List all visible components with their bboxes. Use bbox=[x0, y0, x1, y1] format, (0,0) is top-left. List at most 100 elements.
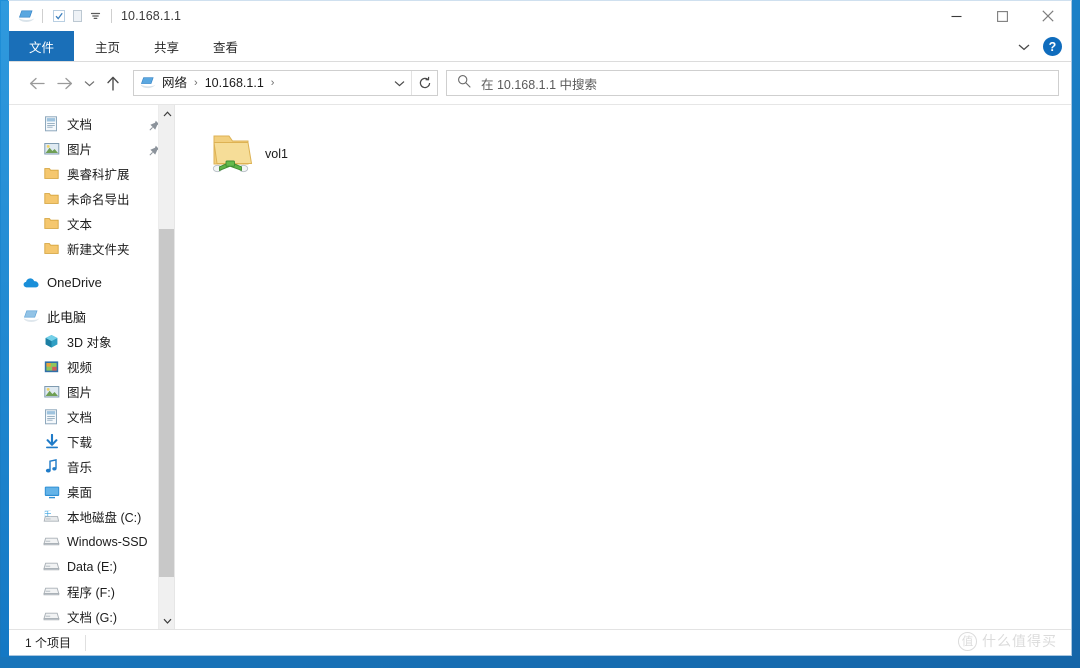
expand-ribbon-chevron-down-icon[interactable] bbox=[1013, 36, 1035, 58]
status-bar: 1 个项目 值 什么值得买 bbox=[9, 629, 1071, 655]
watermark: 值 什么值得买 bbox=[958, 631, 1057, 651]
sidebar-item-pictures[interactable]: 图片 bbox=[9, 379, 174, 404]
sidebar-item-videos[interactable]: 视频 bbox=[9, 354, 174, 379]
explorer-window: 10.168.1.1 文件 主页 共享 查看 ? 网络 › 10.168.1.1… bbox=[1, 0, 1072, 657]
help-button[interactable]: ? bbox=[1043, 37, 1062, 56]
customize-quick-access-toolbar-icon[interactable] bbox=[86, 7, 104, 25]
recent-locations-chevron-down-icon[interactable] bbox=[79, 69, 99, 97]
sidebar-gap-1 bbox=[9, 261, 174, 270]
sidebar-item-label: Windows-SSD bbox=[67, 534, 148, 549]
forward-button[interactable] bbox=[51, 69, 79, 97]
sidebar-item-documents-quick[interactable]: 文档 bbox=[9, 111, 174, 136]
drive-icon bbox=[43, 583, 60, 600]
folder-icon bbox=[43, 240, 60, 257]
sidebar-item-onedrive[interactable]: OneDrive bbox=[9, 270, 174, 295]
tab-home[interactable]: 主页 bbox=[78, 31, 137, 61]
sidebar-item-label: 音乐 bbox=[67, 461, 93, 475]
address-bar[interactable]: 网络 › 10.168.1.1 › bbox=[133, 70, 438, 96]
sidebar-item-label: 未命名导出 bbox=[67, 193, 130, 207]
breadcrumb-network[interactable]: 网络 bbox=[160, 71, 189, 95]
sidebar-item-programs-f[interactable]: 程序 (F:) bbox=[9, 579, 174, 604]
sidebar-item-label: 下载 bbox=[67, 436, 93, 450]
sidebar-item-label: 桌面 bbox=[67, 486, 93, 500]
new-folder-icon[interactable] bbox=[68, 7, 86, 25]
this-pc-icon bbox=[23, 308, 40, 325]
explorer-body: 文档 图片 奥睿科扩展 未命名导出 文本 新建文件夹 OneDrive 此电脑 … bbox=[9, 104, 1071, 629]
breadcrumb-separator-2[interactable]: › bbox=[266, 77, 280, 89]
scrollbar-thumb[interactable] bbox=[159, 229, 174, 577]
sidebar-item-text[interactable]: 文本 bbox=[9, 211, 174, 236]
ribbon-right-controls: ? bbox=[1013, 31, 1065, 62]
sidebar-gap-2 bbox=[9, 295, 174, 304]
breadcrumb-separator-1[interactable]: › bbox=[189, 77, 203, 89]
sidebar-item-label: 文档 (G:) bbox=[67, 611, 117, 625]
sidebar-item-label: 程序 (F:) bbox=[67, 586, 115, 600]
sidebar-item-documents-g[interactable]: 文档 (G:) bbox=[9, 604, 174, 629]
sidebar-item-label: 图片 bbox=[67, 143, 93, 157]
search-icon bbox=[457, 74, 471, 93]
scroll-down-chevron-down-icon[interactable] bbox=[159, 612, 174, 629]
breadcrumb-host[interactable]: 10.168.1.1 bbox=[203, 71, 266, 95]
title-bar: 10.168.1.1 bbox=[9, 1, 1071, 31]
sidebar-item-data-e[interactable]: Data (E:) bbox=[9, 554, 174, 579]
sidebar-item-label: 本地磁盘 (C:) bbox=[67, 511, 142, 525]
up-button[interactable] bbox=[99, 69, 127, 97]
window-left-accent bbox=[1, 1, 9, 657]
tab-share[interactable]: 共享 bbox=[137, 31, 196, 61]
navigation-pane: 文档 图片 奥睿科扩展 未命名导出 文本 新建文件夹 OneDrive 此电脑 … bbox=[9, 105, 175, 629]
scroll-up-chevron-up-icon[interactable] bbox=[159, 105, 174, 122]
sidebar-item-label: 图片 bbox=[67, 386, 93, 400]
watermark-badge: 值 bbox=[958, 631, 977, 651]
sidebar-item-label: 3D 对象 bbox=[67, 336, 112, 350]
desktop-icon bbox=[43, 483, 60, 500]
downloads-arrow-icon bbox=[43, 433, 60, 450]
sidebar-item-label: Data (E:) bbox=[67, 559, 118, 574]
back-button[interactable] bbox=[23, 69, 51, 97]
sidebar-item-label: 奥睿科扩展 bbox=[67, 168, 130, 182]
caption-buttons bbox=[933, 1, 1071, 31]
sidebar-item-windows-ssd[interactable]: Windows-SSD bbox=[9, 529, 174, 554]
sidebar-item-music[interactable]: 音乐 bbox=[9, 454, 174, 479]
qat-separator-2 bbox=[111, 9, 112, 23]
sidebar-item-new-folder[interactable]: 新建文件夹 bbox=[9, 236, 174, 261]
refresh-icon[interactable] bbox=[411, 71, 437, 95]
sidebar-item-downloads[interactable]: 下载 bbox=[9, 429, 174, 454]
sidebar-item-label: OneDrive bbox=[47, 275, 102, 290]
address-dropdown-chevron-down-icon[interactable] bbox=[387, 71, 411, 95]
breadcrumb-network-computer-icon bbox=[140, 76, 156, 90]
tab-file[interactable]: 文件 bbox=[9, 31, 75, 61]
sidebar-item-label: 文档 bbox=[67, 411, 93, 425]
sidebar-item-3d-objects[interactable]: 3D 对象 bbox=[9, 329, 174, 354]
music-note-icon bbox=[43, 458, 60, 475]
sidebar-item-unnamed-export[interactable]: 未命名导出 bbox=[9, 186, 174, 211]
navigation-scrollbar[interactable] bbox=[158, 105, 174, 629]
file-list-pane[interactable]: vol1 bbox=[175, 105, 1071, 629]
properties-checkbox-icon[interactable] bbox=[50, 7, 68, 25]
search-input[interactable]: 在 10.168.1.1 中搜索 bbox=[446, 70, 1059, 96]
sidebar-item-documents[interactable]: 文档 bbox=[9, 404, 174, 429]
status-separator bbox=[85, 634, 87, 651]
window-title: 10.168.1.1 bbox=[121, 9, 182, 23]
sidebar-item-desktop[interactable]: 桌面 bbox=[9, 479, 174, 504]
sidebar-item-label: 文档 bbox=[67, 118, 93, 132]
picture-icon bbox=[43, 140, 60, 157]
tab-view[interactable]: 查看 bbox=[196, 31, 255, 61]
videos-icon bbox=[43, 358, 60, 375]
minimize-button[interactable] bbox=[933, 1, 979, 31]
shared-folder-icon bbox=[203, 126, 259, 182]
close-button[interactable] bbox=[1025, 1, 1071, 31]
sidebar-item-local-disk-c[interactable]: 本地磁盘 (C:) bbox=[9, 504, 174, 529]
sidebar-item-aorico-ext[interactable]: 奥睿科扩展 bbox=[9, 161, 174, 186]
list-item-label: vol1 bbox=[265, 147, 288, 161]
qat-separator-1 bbox=[42, 9, 43, 23]
sidebar-item-pictures-quick[interactable]: 图片 bbox=[9, 136, 174, 161]
sidebar-item-label: 此电脑 bbox=[47, 310, 87, 325]
drive-icon bbox=[43, 533, 60, 550]
sidebar-item-label: 视频 bbox=[67, 361, 93, 375]
maximize-button[interactable] bbox=[979, 1, 1025, 31]
search-placeholder: 在 10.168.1.1 中搜索 bbox=[481, 77, 598, 92]
folder-icon bbox=[43, 165, 60, 182]
network-computer-icon bbox=[18, 9, 35, 24]
sidebar-item-this-pc[interactable]: 此电脑 bbox=[9, 304, 174, 329]
list-item[interactable]: vol1 bbox=[197, 119, 357, 189]
